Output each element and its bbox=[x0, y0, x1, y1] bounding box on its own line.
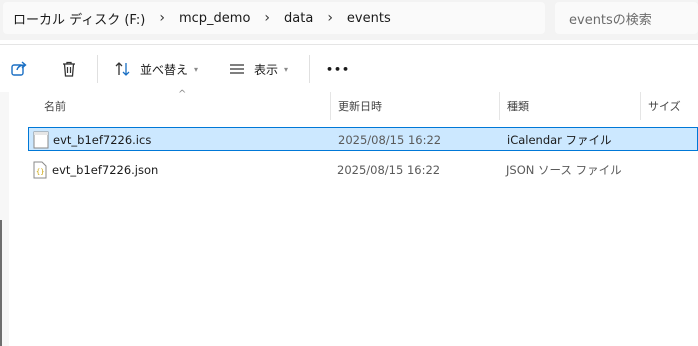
file-name: evt_b1ef7226.ics bbox=[53, 133, 152, 147]
column-header-size[interactable]: サイズ bbox=[648, 92, 698, 120]
breadcrumb-data[interactable]: data bbox=[284, 11, 313, 26]
search-input[interactable]: eventsの検索 bbox=[555, 2, 698, 34]
scrollbar-thumb[interactable] bbox=[0, 220, 2, 346]
json-file-icon: {} bbox=[33, 161, 47, 179]
file-modified: 2025/08/15 16:22 bbox=[337, 163, 441, 177]
address-bar-area: ローカル ディスク (F:) › mcp_demo › data › event… bbox=[0, 0, 698, 40]
view-icon bbox=[230, 64, 244, 74]
file-name: evt_b1ef7226.json bbox=[52, 163, 159, 177]
column-header-modified[interactable]: 更新日時 bbox=[338, 92, 496, 120]
delete-button[interactable] bbox=[60, 45, 78, 93]
breadcrumb-events[interactable]: events bbox=[347, 11, 391, 26]
svg-text:{}: {} bbox=[36, 168, 44, 176]
breadcrumb-mcp-demo[interactable]: mcp_demo bbox=[179, 11, 250, 26]
toolbar-divider bbox=[309, 55, 310, 83]
view-button[interactable]: 表示 ▾ bbox=[228, 45, 288, 93]
breadcrumb[interactable]: ローカル ディスク (F:) › mcp_demo › data › event… bbox=[3, 2, 545, 34]
file-type: iCalendar ファイル bbox=[507, 133, 612, 147]
calendar-file-icon bbox=[33, 131, 49, 149]
column-header-name[interactable]: 名前 bbox=[44, 92, 328, 120]
column-divider[interactable] bbox=[640, 92, 641, 120]
sort-icon bbox=[115, 62, 130, 76]
breadcrumb-drive[interactable]: ローカル ディスク (F:) bbox=[13, 9, 145, 28]
share-button[interactable] bbox=[10, 45, 28, 93]
trash-icon bbox=[63, 61, 75, 77]
sort-button[interactable]: 並べ替え ▾ bbox=[114, 45, 198, 93]
column-divider[interactable] bbox=[499, 92, 500, 120]
file-list-pane: ^ 名前 更新日時 種類 サイズ evt_b1ef7226.ics 2025/0… bbox=[0, 89, 698, 346]
more-options-button[interactable]: ••• bbox=[326, 45, 350, 93]
share-icon bbox=[11, 61, 27, 76]
chevron-right-icon[interactable]: › bbox=[264, 10, 270, 26]
chevron-right-icon[interactable]: › bbox=[327, 10, 333, 26]
column-header-type[interactable]: 種類 bbox=[507, 92, 637, 120]
chevron-down-icon: ▾ bbox=[194, 64, 199, 74]
column-divider[interactable] bbox=[330, 92, 331, 120]
toolbar-divider bbox=[97, 55, 98, 83]
table-row[interactable]: evt_b1ef7226.ics 2025/08/15 16:22 iCalen… bbox=[28, 127, 698, 151]
view-label: 表示 bbox=[254, 62, 279, 77]
table-row[interactable]: {} evt_b1ef7226.json 2025/08/15 16:22 JS… bbox=[28, 158, 698, 182]
chevron-down-icon: ▾ bbox=[284, 64, 289, 74]
sort-label: 並べ替え bbox=[140, 62, 189, 77]
file-type: JSON ソース ファイル bbox=[506, 163, 622, 177]
command-bar: 並べ替え ▾ 表示 ▾ ••• bbox=[0, 44, 698, 92]
file-modified: 2025/08/15 16:22 bbox=[338, 133, 442, 147]
chevron-right-icon[interactable]: › bbox=[159, 10, 165, 26]
